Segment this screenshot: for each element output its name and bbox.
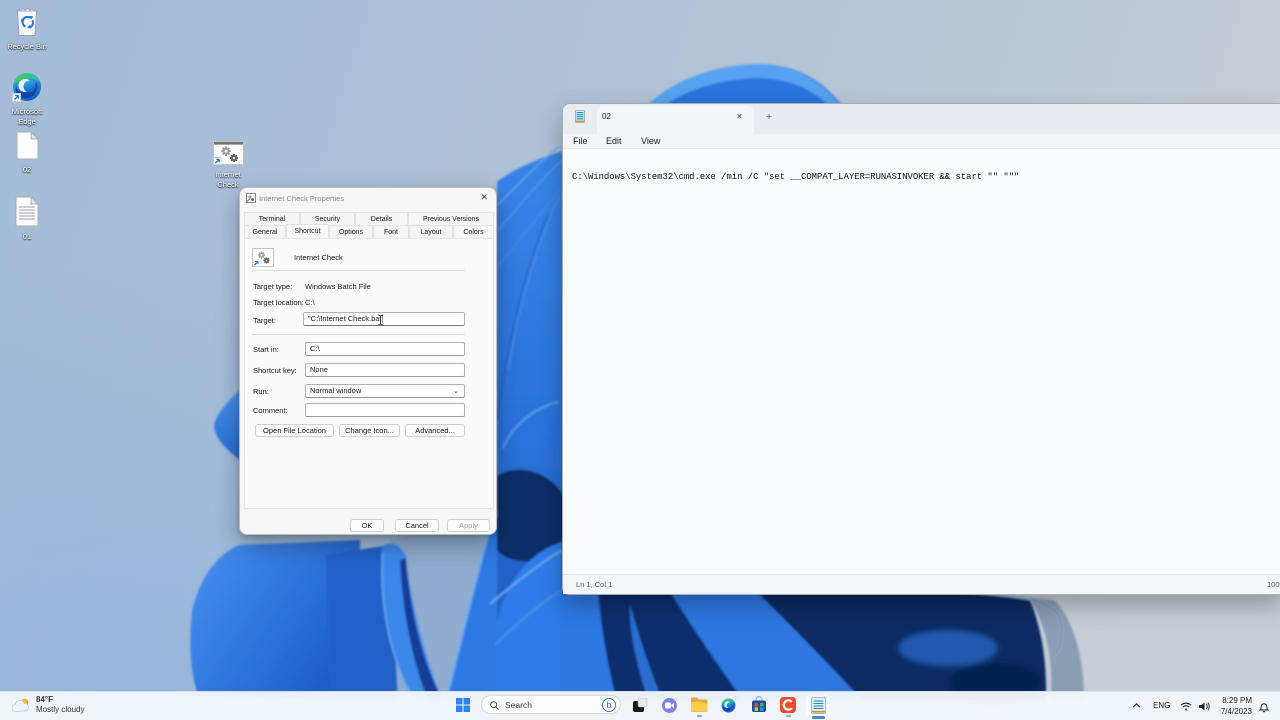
svg-text:b: b (606, 700, 611, 710)
